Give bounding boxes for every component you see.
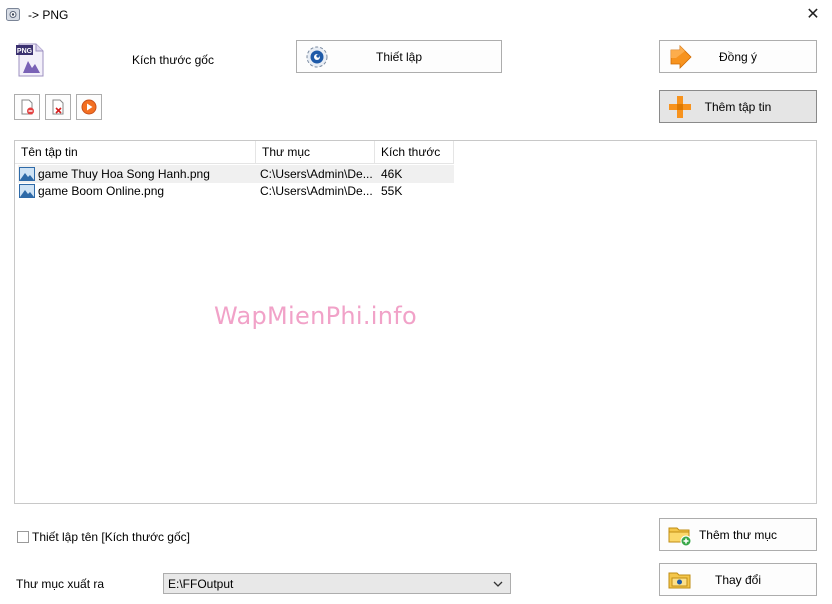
column-file-name[interactable]: Tên tập tin	[15, 141, 256, 164]
ok-button[interactable]: Đồng ý	[659, 40, 817, 73]
add-folder-button[interactable]: Thêm thư mục	[659, 518, 817, 551]
watermark: WapMienPhi.info	[214, 302, 417, 330]
add-file-label: Thêm tập tin	[704, 99, 772, 114]
start-button[interactable]	[76, 94, 102, 120]
file-name: game Thuy Hoa Song Hanh.png	[38, 167, 210, 181]
window-title: -> PNG	[28, 8, 69, 22]
close-button[interactable]: ✕	[800, 4, 826, 26]
setup-label: Thiết lập	[375, 49, 423, 64]
file-size: 55K	[381, 184, 403, 198]
file-name: game Boom Online.png	[38, 184, 165, 198]
arrow-right-icon	[670, 44, 692, 69]
add-folder-label: Thêm thư mục	[698, 527, 778, 542]
file-row[interactable]: game Thuy Hoa Song Hanh.png C:\Users\Adm…	[18, 165, 454, 183]
title-bar: -> PNG ✕	[0, 0, 832, 30]
clear-list-icon	[52, 99, 64, 115]
change-label: Thay đổi	[714, 572, 762, 587]
rename-checkbox-label: Thiết lập tên [Kích thước gốc]	[32, 530, 190, 544]
chevron-down-icon	[493, 581, 503, 587]
setup-button[interactable]: Thiết lập	[296, 40, 502, 73]
file-folder: C:\Users\Admin\De...	[260, 167, 373, 181]
size-label: Kích thước gốc	[132, 53, 214, 67]
change-button[interactable]: Thay đổi	[659, 563, 817, 596]
image-file-icon	[19, 167, 35, 181]
plus-icon	[669, 95, 691, 118]
add-file-button[interactable]: Thêm tập tin	[659, 90, 817, 123]
file-row[interactable]: game Boom Online.png C:\Users\Admin\De..…	[18, 182, 454, 200]
column-folder[interactable]: Thư mục	[256, 141, 375, 164]
output-folder-select[interactable]: E:\FFOutput	[163, 573, 511, 594]
play-icon	[81, 99, 97, 115]
gear-icon	[306, 46, 328, 67]
close-icon: ✕	[806, 6, 820, 23]
folder-open-icon	[668, 572, 691, 588]
file-size: 46K	[381, 167, 403, 181]
image-file-icon	[19, 184, 35, 198]
column-size[interactable]: Kích thước	[375, 141, 454, 164]
rename-option[interactable]: Thiết lập tên [Kích thước gốc]	[17, 530, 190, 544]
output-folder-value: E:\FFOutput	[168, 576, 234, 591]
remove-file-button[interactable]	[14, 94, 40, 120]
file-list-header: Tên tập tin Thư mục Kích thước	[15, 141, 454, 164]
clear-list-button[interactable]	[45, 94, 71, 120]
output-folder-label: Thư mục xuất ra	[16, 577, 105, 591]
png-file-icon: PNG	[16, 43, 44, 77]
rename-checkbox[interactable]	[17, 531, 29, 543]
file-folder: C:\Users\Admin\De...	[260, 184, 373, 198]
svg-text:PNG: PNG	[17, 48, 33, 55]
folder-add-icon	[668, 527, 692, 546]
ok-label: Đồng ý	[718, 49, 758, 64]
remove-file-icon	[21, 99, 34, 115]
app-icon	[6, 8, 20, 21]
